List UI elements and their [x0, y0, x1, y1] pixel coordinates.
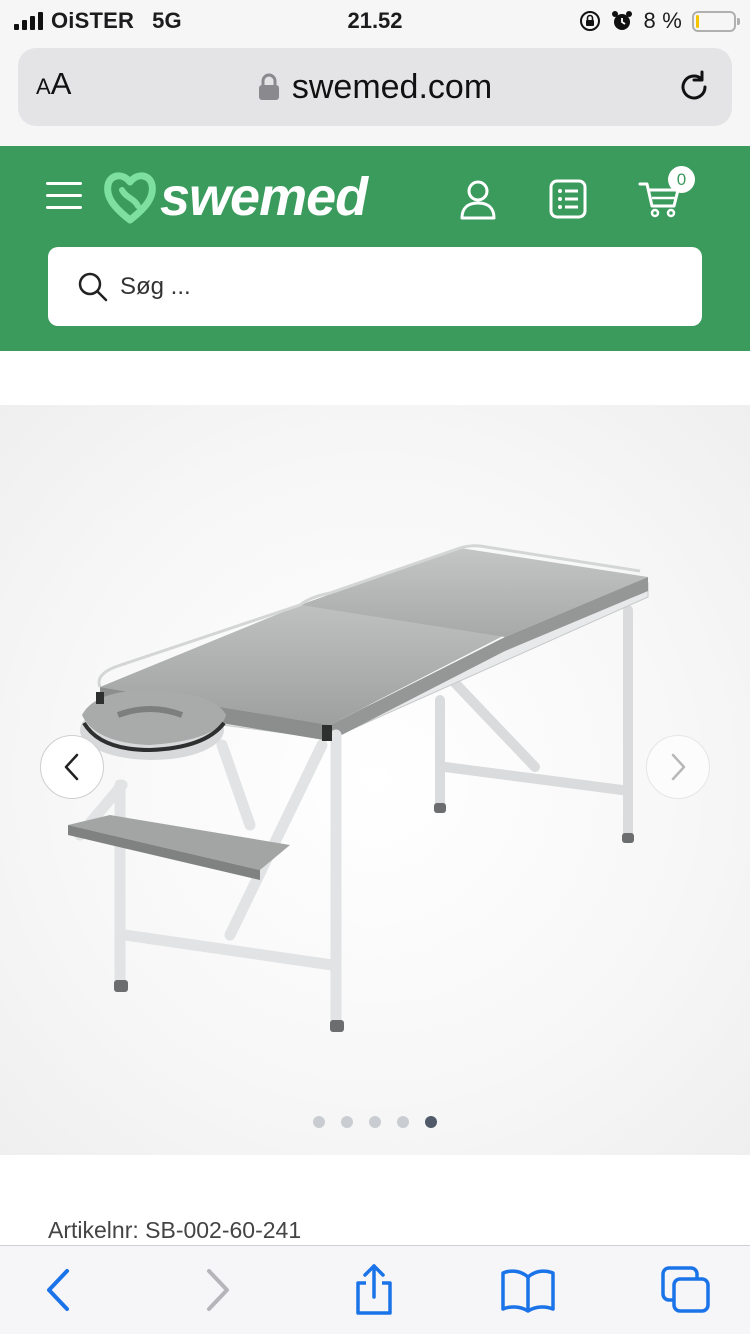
- battery-percent: 8 %: [643, 8, 682, 33]
- massage-table-image: [68, 544, 649, 1032]
- pagination-dot[interactable]: [341, 1116, 353, 1128]
- lock-icon: [258, 73, 279, 100]
- browser-address-area: AA swemed.com: [0, 42, 750, 146]
- url-display[interactable]: swemed.com: [18, 48, 732, 126]
- gallery-next-button[interactable]: [646, 735, 710, 799]
- forward-button[interactable]: [190, 1264, 246, 1316]
- gallery-prev-button[interactable]: [40, 735, 104, 799]
- list-icon[interactable]: [548, 178, 588, 220]
- share-icon: [356, 1264, 392, 1315]
- brand-logo[interactable]: swemed: [102, 166, 368, 228]
- gallery-pagination: [0, 1116, 750, 1128]
- orientation-lock-icon: [580, 11, 601, 31]
- reload-icon[interactable]: [674, 67, 714, 107]
- search-box[interactable]: [48, 247, 702, 326]
- forward-icon: [207, 1269, 229, 1311]
- back-icon: [47, 1269, 69, 1311]
- address-bar[interactable]: AA swemed.com: [18, 48, 732, 126]
- battery-icon: [692, 10, 740, 32]
- pagination-dot[interactable]: [369, 1116, 381, 1128]
- chevron-left-icon: [64, 753, 79, 781]
- chevron-right-icon: [671, 753, 686, 781]
- bookmarks-button[interactable]: [500, 1264, 556, 1316]
- pagination-dot[interactable]: [313, 1116, 325, 1128]
- alarm-icon: [612, 11, 633, 30]
- status-bar: OiSTER 5G 21.52 8 %: [0, 0, 750, 42]
- pagination-dot[interactable]: [397, 1116, 409, 1128]
- search-icon: [78, 272, 108, 301]
- status-right: 8 %: [579, 8, 740, 34]
- url-text: swemed.com: [291, 67, 493, 106]
- brand-name: swemed: [160, 167, 368, 227]
- article-number: Artikelnr: SB-002-60-241: [48, 1217, 302, 1243]
- battery-level-fill: [696, 14, 699, 28]
- logo-heart-icon: [104, 172, 156, 224]
- back-button[interactable]: [30, 1264, 86, 1316]
- product-gallery[interactable]: [0, 405, 750, 1155]
- bookmarks-icon: [501, 1269, 555, 1313]
- user-icon[interactable]: [458, 178, 498, 220]
- cart-count-badge: 0: [668, 166, 695, 193]
- search-input[interactable]: [120, 272, 640, 301]
- hamburger-icon[interactable]: [46, 182, 82, 212]
- share-button[interactable]: [346, 1264, 402, 1316]
- site-header: swemed 0: [0, 146, 750, 351]
- pagination-dot[interactable]: [425, 1116, 437, 1128]
- tabs-icon: [661, 1266, 710, 1313]
- tabs-button[interactable]: [658, 1264, 714, 1316]
- browser-toolbar: [0, 1245, 750, 1334]
